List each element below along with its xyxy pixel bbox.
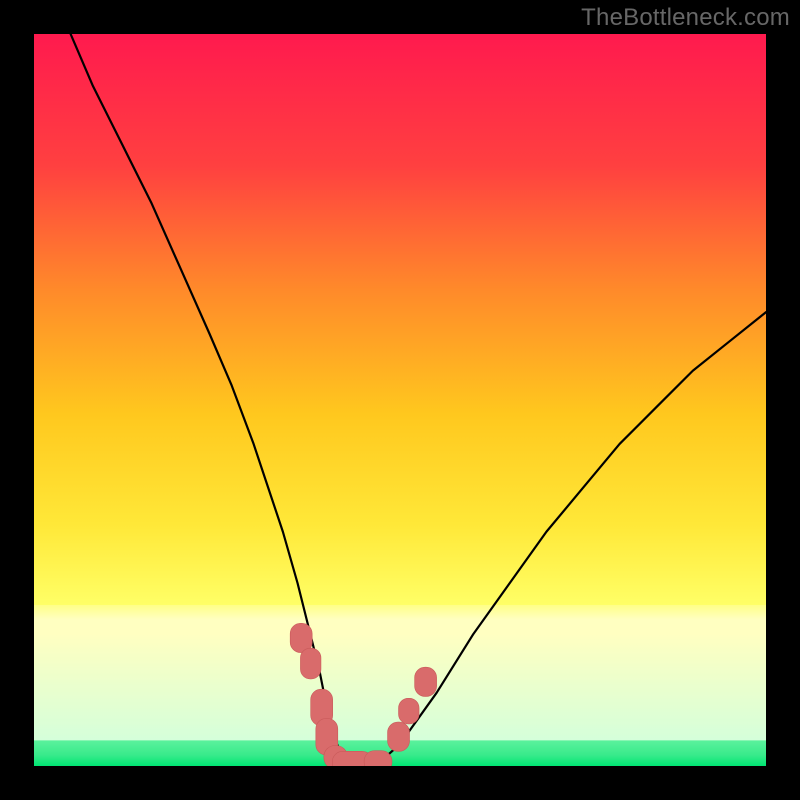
data-marker bbox=[300, 648, 321, 679]
data-marker bbox=[399, 698, 420, 724]
bottleneck-chart bbox=[34, 34, 766, 766]
plot-area bbox=[34, 34, 766, 766]
data-marker bbox=[388, 722, 410, 751]
data-marker bbox=[364, 751, 392, 766]
chart-frame: TheBottleneck.com bbox=[0, 0, 800, 800]
watermark-text: TheBottleneck.com bbox=[581, 4, 790, 32]
pale-band bbox=[34, 605, 766, 740]
data-marker bbox=[415, 667, 437, 696]
